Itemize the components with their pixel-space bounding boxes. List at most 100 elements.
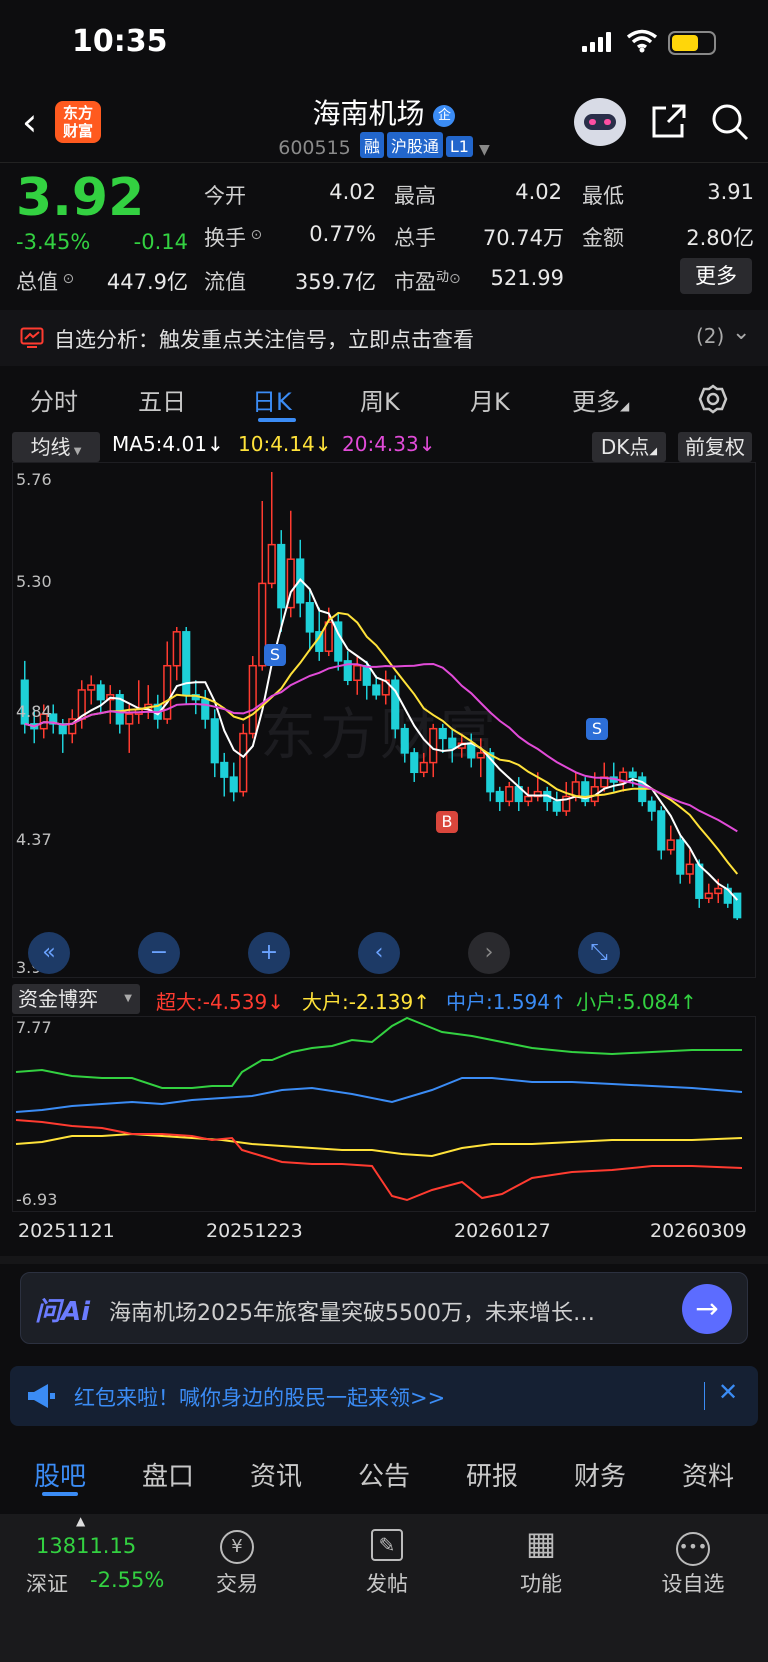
float-label: 流值 <box>204 270 246 294</box>
more-button[interactable]: 更多 <box>680 258 752 294</box>
low-label: 最低 <box>582 184 624 208</box>
post-button[interactable]: ✎ 发帖 <box>332 1520 442 1598</box>
candle-body[interactable] <box>676 839 685 875</box>
index-change[interactable]: -2.55% <box>90 1568 164 1592</box>
kline-chart[interactable] <box>12 462 756 978</box>
mcap-label: 总值 ⊙ <box>16 270 75 294</box>
tab-finance[interactable]: 财务 <box>574 1456 626 1493</box>
chart-alert-icon <box>20 327 44 348</box>
tab-research[interactable]: 研报 <box>466 1456 518 1493</box>
candle-body[interactable] <box>438 727 447 740</box>
candle-body[interactable] <box>628 771 637 778</box>
forward-adjust-button[interactable]: 前复权 <box>678 432 752 462</box>
function-button[interactable]: ▦ 功能 <box>486 1520 596 1598</box>
close-icon[interactable]: ✕ <box>718 1378 738 1406</box>
tab-monthly-k[interactable]: 月K <box>470 382 510 417</box>
tab-indicator <box>258 418 296 422</box>
high-label: 最高 <box>394 184 436 208</box>
search-icon[interactable] <box>710 102 750 142</box>
candle-body[interactable] <box>362 664 371 686</box>
tab-more[interactable]: 更多◢ <box>572 382 629 417</box>
candle-body[interactable] <box>267 543 276 585</box>
fund-selector[interactable]: 资金博弈 ▼ <box>12 984 140 1014</box>
candle-body[interactable] <box>714 887 723 895</box>
ma20-value: 20:4.33↓ <box>342 432 436 456</box>
candle-body[interactable] <box>353 664 362 682</box>
candle-body[interactable] <box>248 664 257 735</box>
candle-body[interactable] <box>495 790 504 803</box>
ma-selector[interactable]: 均线 ▼ <box>12 432 100 462</box>
sell-marker[interactable]: S <box>586 718 608 740</box>
candle-body[interactable] <box>210 718 219 764</box>
trade-button[interactable]: ¥ 交易 <box>182 1520 292 1598</box>
candle-body[interactable] <box>695 863 704 899</box>
candle-body[interactable] <box>372 684 381 696</box>
candle-body[interactable] <box>704 892 713 899</box>
stock-code: 600515 <box>278 137 351 159</box>
ai-go-button[interactable]: → <box>682 1284 732 1334</box>
candle-body[interactable] <box>476 752 485 759</box>
candle-body[interactable] <box>552 800 561 812</box>
dropdown-icon[interactable]: ▼ <box>479 142 490 158</box>
candle-body[interactable] <box>277 543 286 609</box>
info-icon[interactable]: ⊙ <box>449 271 461 287</box>
candle-body[interactable] <box>410 752 419 774</box>
fullscreen-icon[interactable]: ⤡ <box>578 932 620 974</box>
share-icon[interactable] <box>650 102 688 140</box>
index-value[interactable]: 13811.15 <box>36 1534 136 1558</box>
tab-forum[interactable]: 股吧 <box>34 1456 86 1493</box>
fund-large: 大户:-2.139↑ <box>302 990 430 1014</box>
zoom-out-icon[interactable]: − <box>138 932 180 974</box>
candle-body[interactable] <box>685 863 694 875</box>
promo-banner[interactable]: 红包来啦！喊你身边的股民一起来领>> ✕ <box>10 1366 758 1426</box>
chevron-left-icon[interactable]: ‹ <box>358 932 400 974</box>
candle-body[interactable] <box>419 761 428 774</box>
tab-intraday[interactable]: 分时 <box>30 382 78 417</box>
info-icon[interactable]: ⊙ <box>246 227 262 243</box>
candle-body[interactable] <box>229 776 238 793</box>
candle-body[interactable] <box>172 631 181 667</box>
candle-body[interactable] <box>305 602 314 633</box>
fund-medium: 中户:1.594↑ <box>446 990 567 1014</box>
candle-body[interactable] <box>505 786 514 803</box>
fund-chart[interactable] <box>12 1016 756 1212</box>
buy-marker[interactable]: B <box>436 811 458 833</box>
tab-profile[interactable]: 资料 <box>682 1456 734 1493</box>
index-name[interactable]: 深证 <box>26 1568 68 1598</box>
change-percent: -3.45% <box>16 230 91 254</box>
candle-body[interactable] <box>666 839 675 851</box>
candle-body[interactable] <box>125 713 134 725</box>
candle-body[interactable] <box>400 727 409 754</box>
candle-body[interactable] <box>87 684 96 691</box>
tab-announcements[interactable]: 公告 <box>358 1456 410 1493</box>
candle-body[interactable] <box>182 631 191 696</box>
tab-weekly-k[interactable]: 周K <box>360 382 400 417</box>
info-icon[interactable]: ⊙ <box>58 271 74 287</box>
candle-body[interactable] <box>96 684 105 701</box>
add-watchlist-button[interactable]: ••• 设自选 <box>638 1520 748 1598</box>
add-watchlist-label: 设自选 <box>661 1572 725 1596</box>
candle-body[interactable] <box>647 800 656 812</box>
open-label: 今开 <box>204 184 246 208</box>
dk-point-button[interactable]: DK点◢ <box>592 432 666 462</box>
tab-orderbook[interactable]: 盘口 <box>142 1456 194 1493</box>
robot-avatar-icon[interactable] <box>574 98 626 146</box>
sell-marker[interactable]: S <box>264 644 286 666</box>
candle-body[interactable] <box>657 810 666 851</box>
signal-banner[interactable]: 自选分析：触发重点关注信号，立即点击查看 (2) ⌄ <box>0 310 768 366</box>
chevron-right-icon[interactable]: › <box>468 932 510 974</box>
zoom-in-icon[interactable]: + <box>248 932 290 974</box>
settings-icon[interactable] <box>698 384 728 414</box>
tab-news[interactable]: 资讯 <box>250 1456 302 1493</box>
ma5-line <box>24 577 739 901</box>
tab-daily-k[interactable]: 日K <box>252 382 292 417</box>
candle-body[interactable] <box>201 698 210 720</box>
fund-super-line <box>15 1119 743 1202</box>
tab-five-day[interactable]: 五日 <box>138 382 186 417</box>
candle-body[interactable] <box>448 737 457 749</box>
candle-body[interactable] <box>239 732 248 793</box>
ai-question-box[interactable]: 问Ai 海南机场2025年旅客量突破5500万，未来增长… <box>20 1272 748 1344</box>
candle-body[interactable] <box>220 761 229 778</box>
candle-body[interactable] <box>524 795 533 803</box>
rewind-icon[interactable]: « <box>28 932 70 974</box>
